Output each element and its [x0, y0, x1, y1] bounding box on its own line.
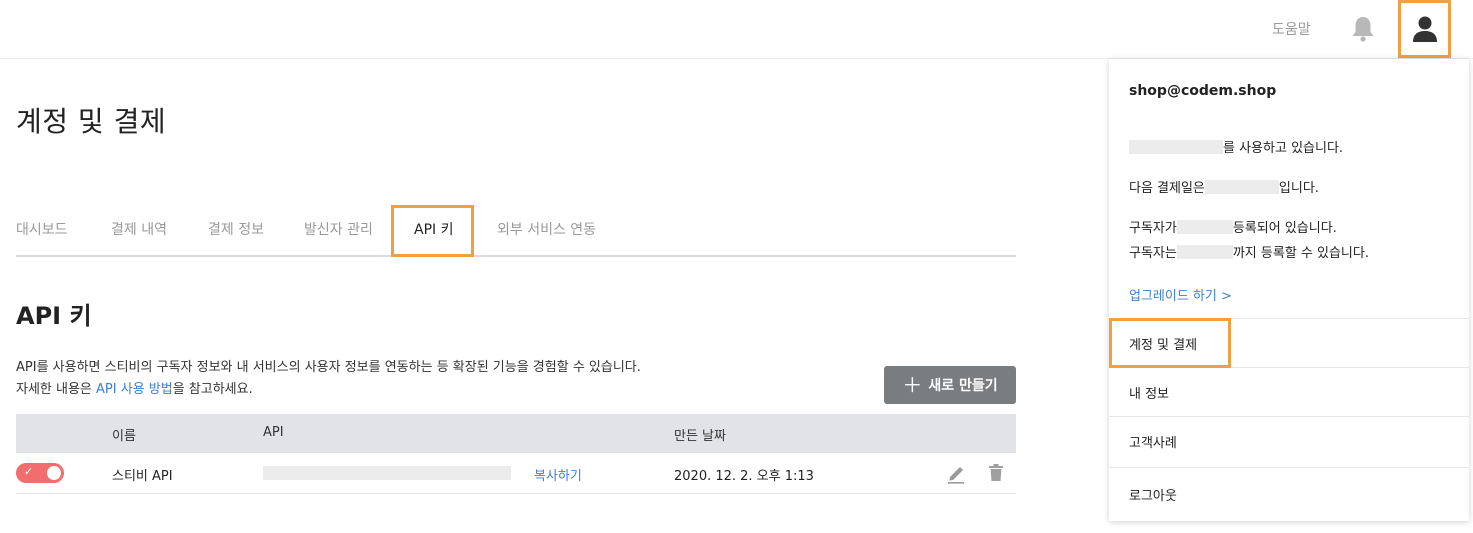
next-payment-suffix: 입니다.: [1278, 181, 1319, 196]
profile-dropdown: shop@codem.shop 를 사용하고 있습니다. 다음 결제일은 입니다…: [1109, 59, 1469, 521]
account-email: shop@codem.shop: [1129, 83, 1277, 99]
api-key-name: 스티비 API: [112, 469, 173, 484]
menu-item-highlight: [1109, 318, 1231, 368]
api-usage-link[interactable]: API 사용 방법: [96, 382, 173, 397]
tab-payment-history[interactable]: 결제 내역: [111, 219, 167, 239]
menu-item-customer-cases[interactable]: 고객사례: [1129, 432, 1177, 451]
masked-date: [1204, 179, 1279, 194]
tab-dashboard[interactable]: 대시보드: [16, 219, 68, 239]
section-title: API 키: [16, 302, 92, 330]
plus-icon: ＋: [902, 373, 923, 397]
help-link[interactable]: 도움말: [1272, 19, 1311, 39]
description-text: 을 참고하세요.: [172, 382, 253, 397]
plan-info: 를 사용하고 있습니다.: [1129, 137, 1343, 156]
profile-menu-button[interactable]: [1398, 0, 1451, 58]
tab-bar: 대시보드 결제 내역 결제 정보 발신자 관리 API 키 외부 서비스 연동: [16, 205, 1016, 257]
next-payment-text: 다음 결제일은: [1129, 181, 1205, 196]
subscriber-limit-text: 구독자는: [1129, 246, 1177, 261]
subscriber-count-text: 구독자가: [1129, 221, 1177, 236]
check-icon: ✓: [24, 465, 34, 478]
trash-icon[interactable]: [988, 463, 1004, 483]
masked-count: [1176, 219, 1233, 234]
copy-button[interactable]: 복사하기: [534, 465, 582, 484]
toggle-knob: [47, 466, 61, 480]
column-name: 이름: [112, 429, 136, 444]
table-header: 이름 API 만든 날짜: [16, 414, 1016, 453]
description-line: 자세한 내용은 API 사용 방법을 참고하세요.: [16, 379, 641, 401]
tab-sender-management[interactable]: 발신자 관리: [304, 219, 373, 239]
column-created: 만든 날짜: [674, 429, 726, 444]
api-description: API를 사용하면 스티비의 구독자 정보와 내 서비스의 사용자 정보를 연동…: [16, 357, 641, 401]
table-row: ✓ 스티비 API 복사하기 2020. 12. 2. 오후 1:13: [16, 453, 1016, 494]
divider: [1109, 416, 1469, 417]
edit-icon[interactable]: [946, 462, 966, 484]
description-line: API를 사용하면 스티비의 구독자 정보와 내 서비스의 사용자 정보를 연동…: [16, 360, 641, 375]
create-new-label: 새로 만들기: [928, 378, 998, 394]
tab-payment-info[interactable]: 결제 정보: [208, 219, 264, 239]
active-tab-highlight: [391, 205, 474, 257]
top-bar: 도움말: [0, 0, 1473, 59]
masked-plan: [1129, 139, 1223, 154]
divider: [1109, 467, 1469, 468]
api-key-value-masked: [263, 466, 511, 480]
created-date: 2020. 12. 2. 오후 1:13: [674, 469, 814, 484]
enabled-toggle[interactable]: ✓: [16, 463, 64, 483]
menu-item-my-info[interactable]: 내 정보: [1129, 383, 1169, 402]
bell-icon[interactable]: [1349, 14, 1377, 44]
description-text: 자세한 내용은: [16, 382, 97, 397]
upgrade-link[interactable]: 업그레이드 하기 >: [1129, 285, 1232, 304]
next-payment-info: 다음 결제일은 입니다.: [1129, 177, 1319, 196]
user-icon: [1412, 16, 1437, 42]
page-title: 계정 및 결제: [16, 105, 167, 138]
subscriber-limit-info: 구독자는 까지 등록할 수 있습니다.: [1129, 242, 1369, 261]
masked-limit: [1176, 244, 1233, 259]
create-new-button[interactable]: ＋ 새로 만들기: [884, 366, 1016, 404]
tab-external-integration[interactable]: 외부 서비스 연동: [497, 219, 596, 239]
column-api: API: [263, 425, 284, 440]
subscriber-count-suffix: 등록되어 있습니다.: [1232, 221, 1337, 236]
subscriber-limit-suffix: 까지 등록할 수 있습니다.: [1232, 246, 1369, 261]
subscriber-count-info: 구독자가 등록되어 있습니다.: [1129, 217, 1337, 236]
menu-item-logout[interactable]: 로그아웃: [1129, 485, 1177, 504]
plan-text: 를 사용하고 있습니다.: [1223, 141, 1344, 156]
